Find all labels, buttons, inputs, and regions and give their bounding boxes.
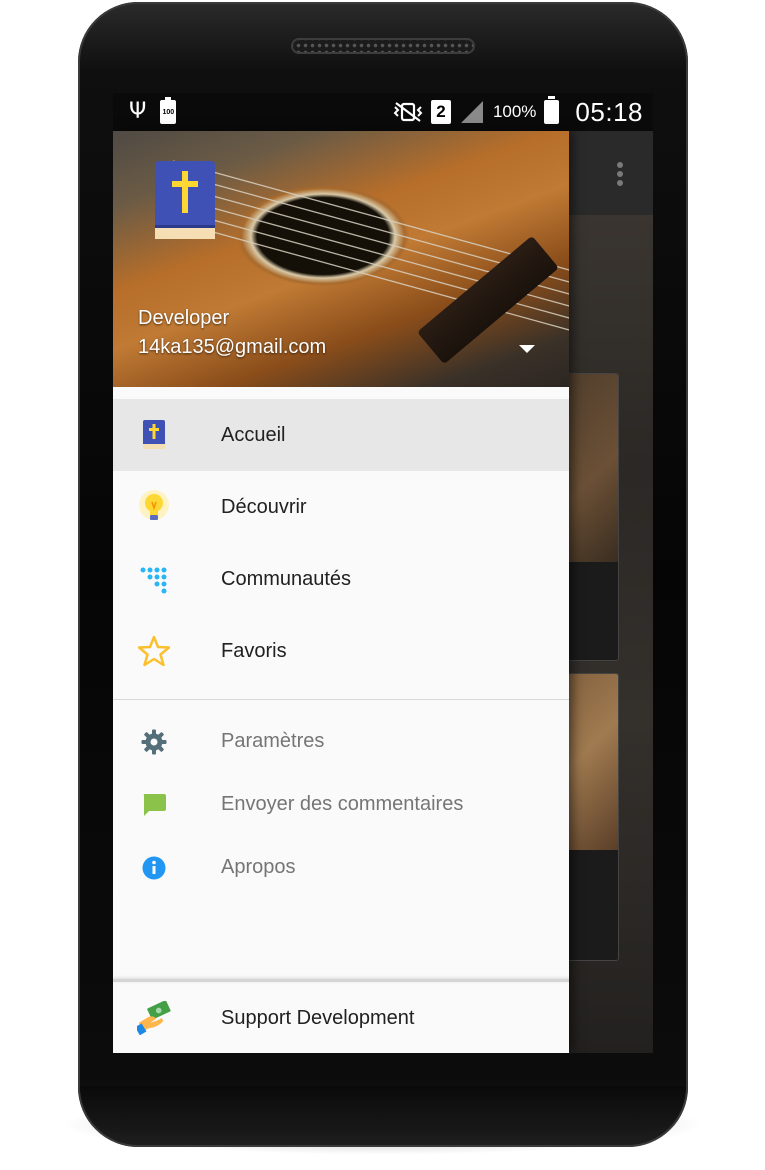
battery-level-icon: 100 bbox=[160, 97, 177, 124]
earpiece-speaker bbox=[291, 38, 475, 54]
info-icon bbox=[137, 851, 171, 885]
menu-item-envoyer-commentaires[interactable]: Envoyer des commentaires bbox=[113, 773, 569, 836]
drawer-menu: Accueil Découvrir Communautés Favoris Pa… bbox=[113, 399, 569, 899]
menu-item-communautes[interactable]: Communautés bbox=[113, 543, 569, 615]
gear-icon bbox=[137, 725, 171, 759]
menu-item-decouvrir[interactable]: Découvrir bbox=[113, 471, 569, 543]
sim-slot-icon: 2 bbox=[430, 100, 451, 124]
phone-screen: Ψ 100 2 100% 05:18 Developer 14ka135@gma… bbox=[113, 93, 653, 1053]
phone-chin bbox=[80, 1086, 686, 1136]
lightbulb-icon bbox=[137, 490, 171, 524]
overflow-menu-icon[interactable] bbox=[611, 159, 629, 189]
menu-divider bbox=[113, 699, 569, 700]
star-icon bbox=[137, 634, 171, 668]
menu-item-label: Support Development bbox=[221, 1006, 415, 1029]
bible-book-icon bbox=[137, 418, 171, 452]
menu-item-parametres[interactable]: Paramètres bbox=[113, 710, 569, 773]
signal-strength-icon bbox=[460, 101, 483, 123]
menu-item-label: Communautés bbox=[221, 567, 352, 590]
account-email: 14ka135@gmail.com bbox=[138, 336, 327, 358]
battery-percent: 100% bbox=[492, 102, 537, 121]
menu-item-label: Apropos bbox=[221, 856, 296, 878]
menu-item-label: Découvrir bbox=[221, 495, 307, 518]
menu-item-support-development[interactable]: Support Development bbox=[113, 982, 569, 1053]
menu-item-label: Paramètres bbox=[221, 730, 325, 752]
menu-item-label: Accueil bbox=[221, 423, 286, 446]
navigation-drawer: Developer 14ka135@gmail.com Accueil Déco… bbox=[113, 131, 569, 1053]
feedback-icon bbox=[137, 788, 171, 822]
usb-icon: Ψ bbox=[129, 99, 147, 124]
menu-item-label: Favoris bbox=[221, 639, 287, 662]
status-clock: 05:18 bbox=[575, 96, 643, 127]
menu-item-label: Envoyer des commentaires bbox=[221, 793, 464, 815]
menu-item-apropos[interactable]: Apropos bbox=[113, 836, 569, 899]
battery-icon bbox=[544, 96, 560, 124]
drawer-header: Developer 14ka135@gmail.com bbox=[113, 131, 569, 387]
battery-level-text: 100 bbox=[162, 108, 175, 116]
vibrate-off-icon bbox=[393, 102, 423, 122]
app-logo-icon bbox=[155, 161, 215, 239]
status-bar: Ψ 100 2 100% 05:18 bbox=[113, 93, 653, 131]
account-dropdown-icon[interactable] bbox=[519, 345, 535, 353]
money-hand-icon bbox=[137, 1001, 171, 1035]
dots-grid-icon bbox=[137, 562, 171, 596]
menu-item-favoris[interactable]: Favoris bbox=[113, 615, 569, 687]
menu-item-accueil[interactable]: Accueil bbox=[113, 399, 569, 471]
account-name: Developer bbox=[138, 307, 230, 329]
